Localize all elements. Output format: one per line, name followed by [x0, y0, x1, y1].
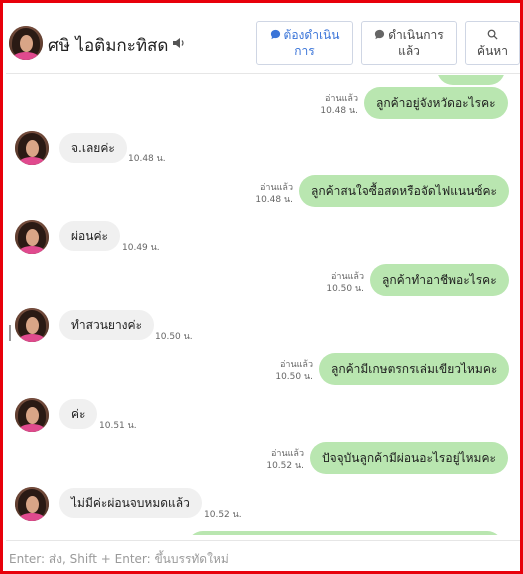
- contact-avatar[interactable]: [15, 308, 49, 342]
- search-icon: [487, 29, 498, 40]
- contact-avatar[interactable]: [15, 220, 49, 254]
- message-time: 10.49 น.: [122, 243, 160, 253]
- message-time: 10.50 น.: [155, 332, 193, 342]
- outgoing-message[interactable]: ลูกค้าสนใจซื้อสดหรือจัดไฟแนนซ์คะ: [299, 175, 509, 207]
- message-input[interactable]: [9, 549, 517, 569]
- unread-marker: [9, 325, 11, 341]
- search-label: ค้นหา: [477, 44, 508, 58]
- todo-button[interactable]: ต้องดำเนิน การ: [256, 21, 353, 65]
- outgoing-message[interactable]: ปัจจุบันลูกค้ามีผ่อนอะไรอยู่ไหมคะ: [310, 442, 508, 474]
- message-meta: อ่านแล้ว 10.48 น.: [241, 182, 293, 206]
- message-time: 10.48 น.: [128, 154, 166, 164]
- incoming-message[interactable]: ผ่อนค่ะ: [59, 221, 120, 251]
- outgoing-message[interactable]: ลูกค้ามีเกษตรกรเล่มเขียวไหมคะ: [319, 353, 510, 385]
- read-status: อ่านแล้ว: [271, 449, 304, 459]
- message-bubble-partial: [437, 75, 505, 85]
- message-composer: [6, 540, 520, 571]
- chat-bubble-icon: [375, 29, 385, 40]
- chat-header: ศษิ ไอติมกะทิสด ต้องดำเนิน การ ดำเนินการ…: [6, 6, 520, 74]
- app-frame: ศษิ ไอติมกะทิสด ต้องดำเนิน การ ดำเนินการ…: [0, 0, 523, 574]
- read-status: อ่านแล้ว: [280, 360, 313, 370]
- search-button[interactable]: ค้นหา: [465, 21, 520, 65]
- message-list[interactable]: อ่านแล้ว 10.48 น. ลูกค้าอยู่จังหวัดอะไรค…: [6, 75, 520, 535]
- read-status: อ่านแล้ว: [260, 183, 293, 193]
- incoming-message[interactable]: จ.เลยค่ะ: [59, 133, 127, 163]
- speaker-icon[interactable]: [172, 36, 186, 50]
- outgoing-message[interactable]: ลูกค้าทำอาชีพอะไรคะ: [370, 264, 509, 296]
- contact-avatar[interactable]: [15, 131, 49, 165]
- contact-avatar[interactable]: [15, 398, 49, 432]
- message-meta: อ่านแล้ว 10.50 น.: [261, 359, 313, 383]
- done-label-line2: แล้ว: [398, 44, 420, 58]
- done-label-line1: ดำเนินการ: [388, 28, 444, 42]
- message-time: 10.48 น.: [320, 106, 358, 116]
- incoming-message[interactable]: ทำสวนยางค่ะ: [59, 310, 155, 340]
- done-button[interactable]: ดำเนินการ แล้ว: [361, 21, 457, 65]
- message-time: 10.52 น.: [266, 461, 304, 471]
- message-time: 10.50 น.: [326, 284, 364, 294]
- message-time: 10.48 น.: [255, 195, 293, 205]
- message-time: 10.51 น.: [99, 421, 137, 431]
- message-time: 10.52 น.: [204, 510, 242, 520]
- message-meta: อ่านแล้ว 10.50 น.: [312, 271, 364, 295]
- message-bubble-partial: [187, 531, 503, 535]
- todo-label-line2: การ: [294, 44, 315, 58]
- incoming-message[interactable]: ค่ะ: [59, 399, 98, 429]
- incoming-message[interactable]: ไม่มีค่ะผ่อนจบหมดแล้ว: [59, 488, 202, 518]
- todo-label-line1: ต้องดำเนิน: [283, 28, 340, 42]
- read-status: อ่านแล้ว: [325, 94, 358, 104]
- contact-avatar[interactable]: [15, 487, 49, 521]
- contact-name: ศษิ ไอติมกะทิสด: [48, 36, 169, 56]
- message-time: 10.50 น.: [275, 372, 313, 382]
- read-status: อ่านแล้ว: [331, 272, 364, 282]
- message-meta: อ่านแล้ว 10.48 น.: [306, 93, 358, 117]
- outgoing-message[interactable]: ลูกค้าอยู่จังหวัดอะไรคะ: [364, 87, 508, 119]
- chat-bubble-icon: [270, 29, 280, 40]
- message-meta: อ่านแล้ว 10.52 น.: [252, 448, 304, 472]
- contact-avatar[interactable]: [9, 26, 43, 60]
